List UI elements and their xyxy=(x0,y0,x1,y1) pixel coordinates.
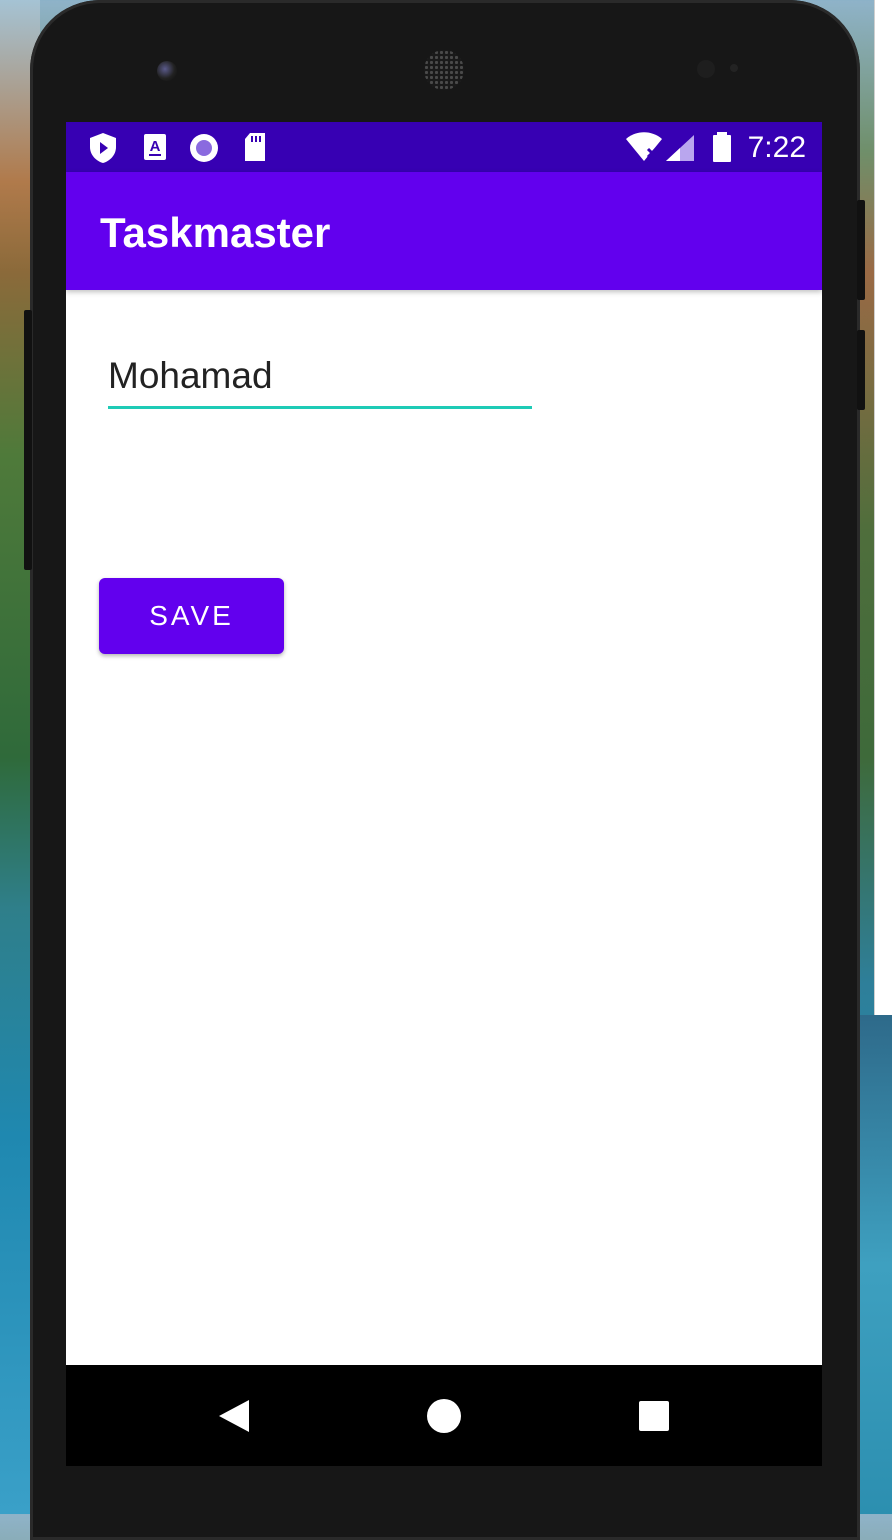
recents-button[interactable] xyxy=(604,1365,704,1466)
battery-icon xyxy=(710,131,734,168)
record-circle-icon xyxy=(188,132,220,169)
status-bar: A 7:22 xyxy=(66,122,822,172)
back-button[interactable] xyxy=(184,1365,284,1466)
front-camera xyxy=(157,61,177,81)
home-button[interactable] xyxy=(394,1365,494,1466)
phone-side-button-left xyxy=(24,310,32,570)
phone-screen: A 7:22 Taskmaster SAVE xyxy=(66,122,822,1466)
play-shield-icon xyxy=(88,132,118,169)
wifi-off-icon xyxy=(624,131,664,168)
signal-icon xyxy=(664,133,696,168)
navigation-bar xyxy=(66,1365,822,1466)
volume-button[interactable] xyxy=(857,330,865,410)
font-a-icon: A xyxy=(141,132,169,167)
app-bar: Taskmaster xyxy=(66,172,822,290)
light-sensor xyxy=(730,64,738,72)
proximity-sensor xyxy=(697,60,715,78)
save-button[interactable]: SAVE xyxy=(99,578,284,654)
power-button[interactable] xyxy=(857,200,865,300)
back-icon xyxy=(219,1399,249,1432)
home-icon xyxy=(427,1398,461,1433)
app-title: Taskmaster xyxy=(100,209,331,256)
svg-text:A: A xyxy=(150,138,161,155)
sd-card-icon xyxy=(242,132,268,167)
name-input[interactable] xyxy=(108,346,532,409)
recents-icon xyxy=(639,1400,669,1431)
background-window-edge xyxy=(874,0,892,1015)
desktop-wallpaper-right xyxy=(860,1015,892,1514)
status-time: 7:22 xyxy=(747,131,806,164)
earpiece-speaker xyxy=(424,50,464,90)
